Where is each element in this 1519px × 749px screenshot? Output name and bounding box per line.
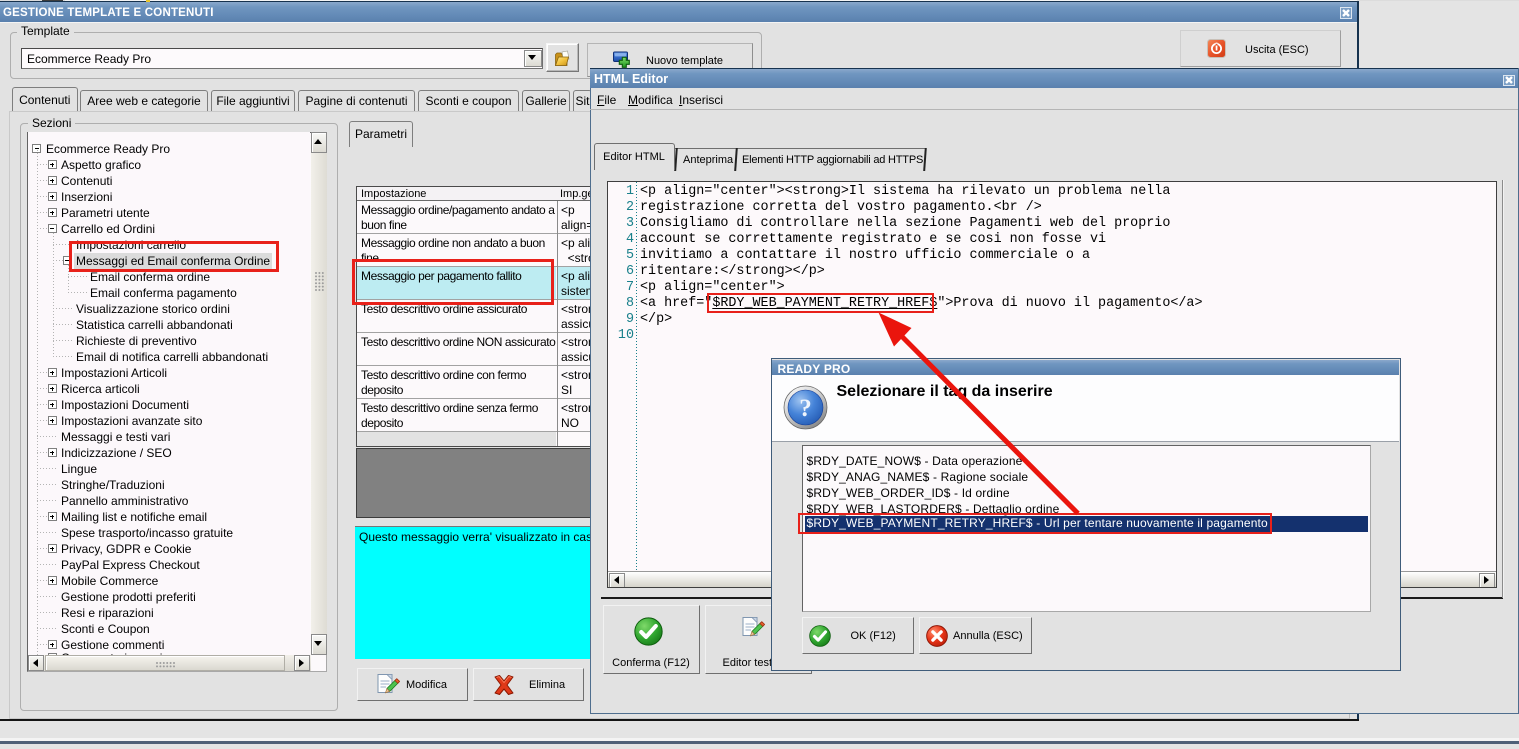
- svg-text:?: ?: [799, 395, 812, 422]
